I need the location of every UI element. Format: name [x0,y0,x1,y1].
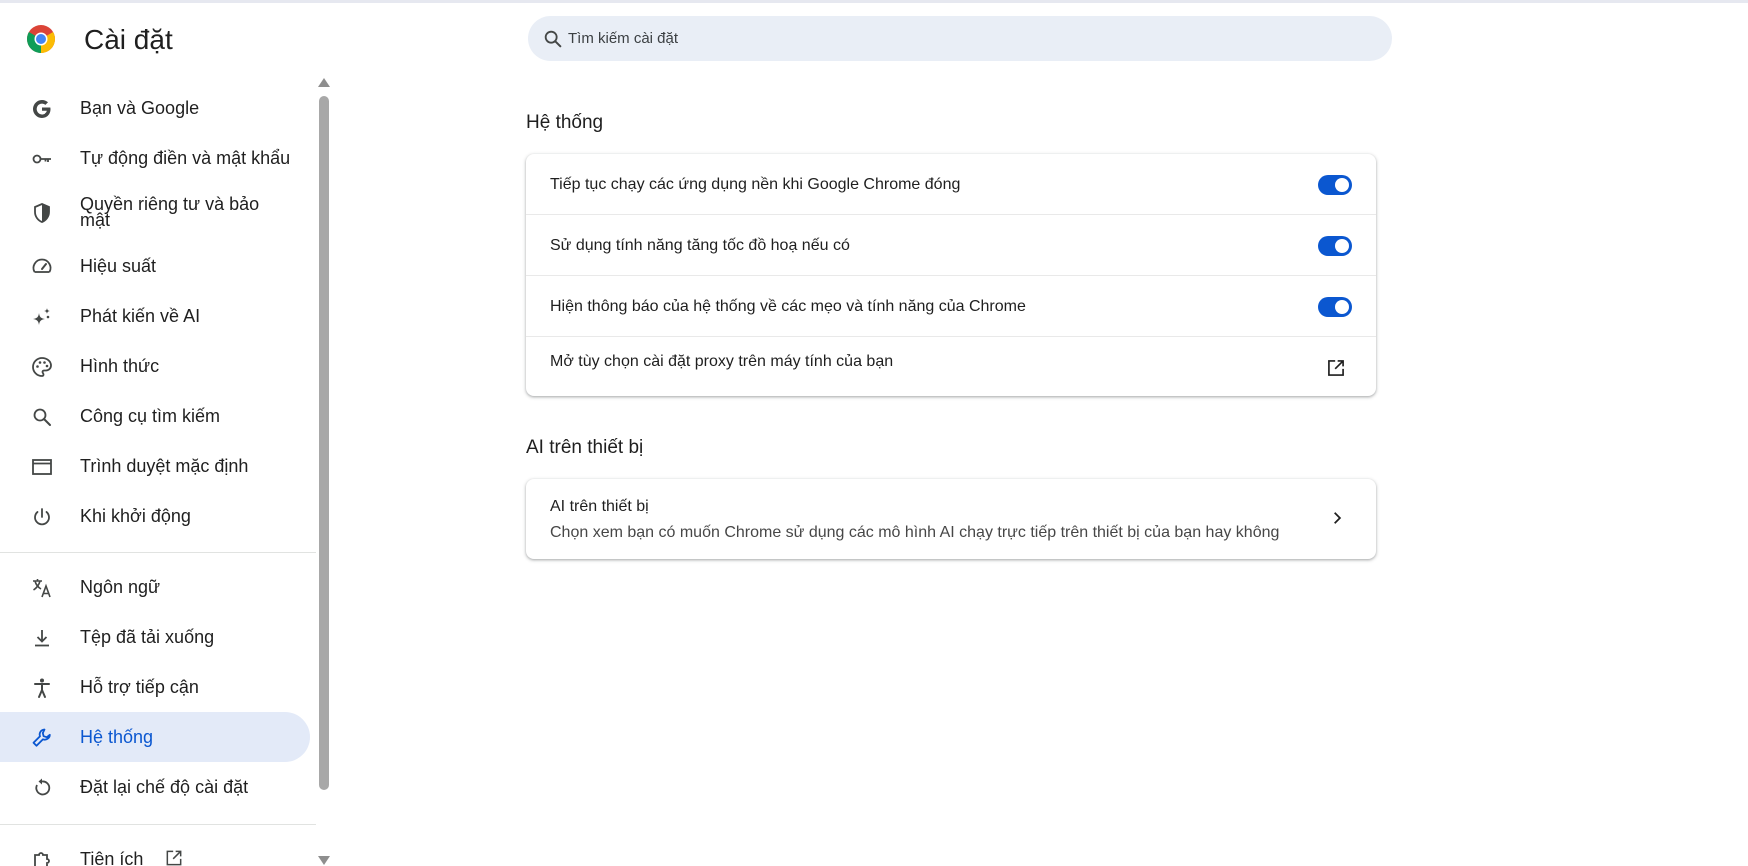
speedometer-icon [32,258,52,273]
sidebar-item-default-browser[interactable]: Trình duyệt mặc định [0,441,310,491]
sidebar-item-label: Tiện ích [80,849,144,866]
sidebar-item-label: Bạn và Google [80,98,200,118]
wrench-icon [32,728,51,747]
accessibility-icon [34,678,50,698]
system-notifications-toggle[interactable] [1318,297,1352,317]
browser-window-icon [32,459,52,475]
sidebar-item-label: Hệ thống [80,727,154,747]
sidebar-item-ai-innovations[interactable]: Phát kiến về AI [0,291,310,341]
palette-icon [32,357,52,377]
sidebar-item-label: Hình thức [80,356,160,376]
sidebar-item-reset-settings[interactable]: Đặt lại chế độ cài đặt [0,762,310,812]
sidebar-item-search-engine[interactable]: Công cụ tìm kiếm [0,391,310,441]
sidebar-item-extensions[interactable]: Tiện ích [0,834,310,866]
sidebar-item-label: Công cụ tìm kiếm [80,406,221,426]
power-icon [34,508,50,526]
key-icon [32,154,51,164]
setting-label: Sử dụng tính năng tăng tốc đồ hoạ nếu có [550,237,850,254]
search-input[interactable] [568,16,1368,61]
sidebar-item-autofill[interactable]: Tự động điền và mật khẩu [0,133,310,183]
scroll-up-arrow-icon[interactable] [318,78,330,87]
on-device-ai-description: Chọn xem bạn có muốn Chrome sử dụng các … [550,524,1280,541]
open-in-new-icon [166,850,182,866]
hardware-acceleration-toggle[interactable] [1318,236,1352,256]
sidebar-item-label: Hỗ trợ tiếp cận [80,677,199,697]
puzzle-icon [34,852,50,866]
sidebar-item-performance[interactable]: Hiệu suất [0,241,310,291]
sidebar-item-label: Trình duyệt mặc định [80,456,249,476]
section-title-on-device-ai: AI trên thiết bị [526,437,644,458]
on-device-ai-card[interactable]: AI trên thiết bị Chọn xem bạn có muốn Ch… [526,479,1376,559]
search-bar[interactable] [528,16,1392,61]
sidebar-item-languages[interactable]: Ngôn ngữ [0,562,310,612]
sidebar-item-label: Hiệu suất [80,256,157,276]
sidebar-divider [0,552,316,553]
setting-label: Mở tùy chọn cài đặt proxy trên máy tính … [550,353,894,370]
google-g-icon [33,100,51,118]
sidebar-item-label: Tự động điền và mật khẩu [80,148,291,168]
sidebar-item-downloads[interactable]: Tệp đã tải xuống [0,612,310,662]
sidebar-item-label: Phát kiến về AI [80,306,201,326]
sparkle-icon [33,308,50,325]
scrollbar-thumb[interactable] [319,96,329,790]
setting-row-background-apps[interactable]: Tiếp tục chạy các ứng dụng nền khi Googl… [526,154,1376,215]
sidebar-item-label: Khi khởi động [80,506,191,526]
sidebar-item-on-startup[interactable]: Khi khởi động [0,491,310,541]
setting-row-hardware-acceleration[interactable]: Sử dụng tính năng tăng tốc đồ hoạ nếu có [526,215,1376,276]
chevron-right-icon [1334,512,1342,524]
page-title: Cài đặt [84,24,173,55]
toggle-knob [1335,239,1349,253]
sidebar-item-system[interactable]: Hệ thống [0,712,310,762]
sidebar-item-accessibility[interactable]: Hỗ trợ tiếp cận [0,662,310,712]
toggle-knob [1335,178,1349,192]
setting-row-proxy[interactable]: Mở tùy chọn cài đặt proxy trên máy tính … [526,337,1376,396]
sidebar-item-label: Ngôn ngữ [80,577,161,597]
search-icon [544,30,562,48]
sidebar-divider [0,824,316,825]
sidebar-item-label: Tệp đã tải xuống [80,627,215,647]
background-apps-toggle[interactable] [1318,175,1352,195]
setting-row-system-notifications[interactable]: Hiện thông báo của hệ thống về các mẹo v… [526,276,1376,337]
system-settings-card: Tiếp tục chạy các ứng dụng nền khi Googl… [526,154,1376,396]
setting-label: Hiện thông báo của hệ thống về các mẹo v… [550,298,1026,315]
sidebar-item-label: Quyền riêng tư và bảo mật [80,194,260,230]
on-device-ai-title: AI trên thiết bị [550,498,649,515]
section-title-system: Hệ thống [526,112,604,133]
sidebar: Bạn và Google Tự động điền và mật khẩu Q… [0,80,316,866]
reset-icon [35,778,51,796]
header: Cài đặt [0,0,1748,80]
sidebar-item-privacy[interactable]: Quyền riêng tư và bảo mật [0,182,310,242]
translate-icon [33,579,51,598]
shield-icon [34,203,50,223]
open-in-new-icon[interactable] [1326,358,1346,378]
sidebar-item-label: Đặt lại chế độ cài đặt [80,777,249,797]
download-icon [35,630,49,647]
chrome-logo-icon [27,25,55,53]
scroll-down-arrow-icon[interactable] [318,856,330,865]
search-icon [33,408,51,426]
toggle-knob [1335,300,1349,314]
sidebar-item-appearance[interactable]: Hình thức [0,341,310,391]
setting-label: Tiếp tục chạy các ứng dụng nền khi Googl… [550,176,961,193]
sidebar-item-you-and-google[interactable]: Bạn và Google [0,83,310,133]
